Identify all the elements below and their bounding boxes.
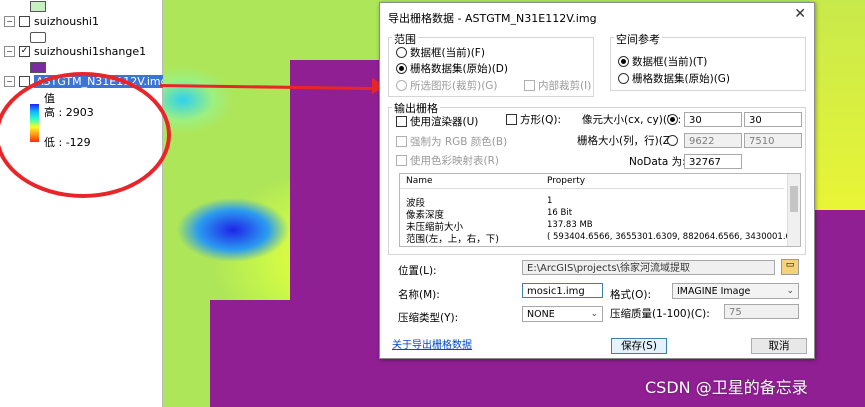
option-label[interactable]: 方形(Q): <box>520 112 561 127</box>
extent-clip-option[interactable]: 所选图形(裁剪)(G) <box>396 78 498 93</box>
checkbox-icon[interactable] <box>396 136 407 147</box>
name-input[interactable]: mosic1.img <box>522 283 603 298</box>
chevron-down-icon[interactable]: ⌄ <box>590 307 598 322</box>
radio-icon[interactable] <box>396 63 407 74</box>
cell-x-input[interactable]: 30 <box>684 112 742 127</box>
scroll-thumb[interactable] <box>790 186 798 212</box>
property-value: ( 593404.6566, 3655301.6309, 882064.6566… <box>547 232 801 242</box>
property-name: 范围(左，上，右，下) <box>406 234 499 245</box>
compress-type-label: 压缩类型(Y): <box>398 312 459 324</box>
layer-checkbox[interactable] <box>19 16 30 27</box>
spatial-ref-label: 空间参考 <box>614 31 662 47</box>
nodata-label: NoData 为: <box>629 156 686 168</box>
format-select[interactable]: IMAGINE Image ⌄ <box>672 283 799 299</box>
extent-raster-option[interactable]: 栅格数据集(原始)(D) <box>396 61 508 76</box>
layer-row-suizhoushi1shange1[interactable]: − ✓ suizhoushi1shange1 <box>4 45 146 58</box>
raster-size-label: 栅格大小(列，行)(Z): <box>577 135 678 147</box>
red-highlight-ellipse <box>0 72 171 198</box>
compress-quality-input[interactable]: 75 <box>724 304 799 319</box>
name-label: 名称(M): <box>398 289 440 301</box>
square-checkbox[interactable]: 方形(Q): <box>506 112 561 127</box>
rows-input[interactable]: 9622 <box>684 133 742 148</box>
option-label[interactable]: 数据框(当前)(F) <box>410 45 485 60</box>
radio-icon[interactable] <box>618 56 629 67</box>
sr-raster-option[interactable]: 栅格数据集(原始)(G) <box>618 71 730 86</box>
extent-frame-option[interactable]: 数据框(当前)(F) <box>396 45 485 60</box>
radio-icon[interactable] <box>618 73 629 84</box>
option-label[interactable]: 数据框(当前)(T) <box>632 54 707 69</box>
cols-input[interactable]: 7510 <box>744 133 802 148</box>
column-header-property[interactable]: Property <box>547 176 585 186</box>
option-label[interactable]: 栅格数据集(原始)(D) <box>410 61 508 76</box>
force-rgb-checkbox[interactable]: 强制为 RGB 颜色(B) <box>396 134 507 149</box>
properties-scrollbar[interactable] <box>787 174 800 246</box>
colormap-checkbox[interactable]: 使用色彩映射表(R) <box>396 153 499 168</box>
about-export-link[interactable]: 关于导出栅格数据 <box>392 336 472 351</box>
radio-icon[interactable] <box>396 47 407 58</box>
layer-symbol-swatch <box>30 62 46 73</box>
folder-open-icon[interactable]: ▭ <box>781 259 799 275</box>
property-value: 16 Bit <box>547 208 573 218</box>
format-label: 格式(O): <box>610 289 651 301</box>
inner-clip-checkbox[interactable]: 内部裁剪(I) <box>524 78 591 93</box>
checkbox-icon[interactable] <box>524 80 535 91</box>
checkbox-icon[interactable] <box>506 114 517 125</box>
compress-quality-label: 压缩质量(1-100)(C): <box>610 308 710 320</box>
layer-checkbox[interactable]: ✓ <box>19 46 30 57</box>
column-header-name[interactable]: Name <box>406 176 433 186</box>
layer-symbol-swatch <box>30 32 46 43</box>
compress-type-select[interactable]: NONE ⌄ <box>522 306 603 322</box>
option-label[interactable]: 内部裁剪(I) <box>538 78 591 93</box>
watermark-text: CSDN @卫星的备忘录 <box>645 378 808 397</box>
nodata-input[interactable]: 32767 <box>684 154 742 169</box>
compress-type-value[interactable]: NONE <box>527 309 555 320</box>
cancel-button[interactable]: 取消 <box>751 338 807 354</box>
use-renderer-checkbox[interactable]: 使用渲染器(U) <box>396 114 478 129</box>
dialog-title: 导出栅格数据 - ASTGTM_N31E112V.img <box>388 12 597 25</box>
collapse-icon[interactable]: − <box>4 76 15 87</box>
cell-y-input[interactable]: 30 <box>744 112 802 127</box>
location-label: 位置(L): <box>398 265 437 277</box>
map-terrain-region <box>810 0 865 210</box>
option-label[interactable]: 使用渲染器(U) <box>410 114 478 129</box>
chevron-down-icon[interactable]: ⌄ <box>786 284 794 299</box>
save-button[interactable]: 保存(S) <box>611 338 667 354</box>
layer-name[interactable]: suizhoushi1shange1 <box>34 45 146 58</box>
location-input[interactable]: E:\ArcGIS\projects\徐家河流域提取 <box>522 260 775 275</box>
checkbox-icon[interactable] <box>396 116 407 127</box>
format-value[interactable]: IMAGINE Image <box>677 286 750 297</box>
collapse-icon[interactable]: − <box>4 46 15 57</box>
close-icon[interactable]: ✕ <box>794 6 806 22</box>
cell-size-radio[interactable] <box>667 114 678 125</box>
option-label[interactable]: 强制为 RGB 颜色(B) <box>410 134 507 149</box>
layer-name[interactable]: suizhoushi1 <box>34 15 99 28</box>
table-of-contents: − suizhoushi1 − ✓ suizhoushi1shange1 − A… <box>0 0 170 407</box>
properties-header: Name Property <box>400 174 784 189</box>
property-value: 137.83 MB <box>547 220 593 230</box>
raster-size-radio[interactable] <box>667 135 678 146</box>
option-label[interactable]: 使用色彩映射表(R) <box>410 153 499 168</box>
sr-frame-option[interactable]: 数据框(当前)(T) <box>618 54 707 69</box>
option-label[interactable]: 所选图形(裁剪)(G) <box>410 78 498 93</box>
layer-row-suizhoushi1[interactable]: − suizhoushi1 <box>4 15 99 28</box>
layer-symbol-swatch <box>30 1 46 12</box>
property-value: 1 <box>547 196 553 206</box>
radio-icon[interactable] <box>396 80 407 91</box>
collapse-icon[interactable]: − <box>4 16 15 27</box>
option-label[interactable]: 栅格数据集(原始)(G) <box>632 71 730 86</box>
export-raster-dialog: 导出栅格数据 - ASTGTM_N31E112V.img ✕ 范围 数据框(当前… <box>379 2 815 359</box>
checkbox-icon[interactable] <box>396 155 407 166</box>
properties-list[interactable]: Name Property 波段 1 像素深度 16 Bit 未压缩前大小 13… <box>399 173 801 247</box>
